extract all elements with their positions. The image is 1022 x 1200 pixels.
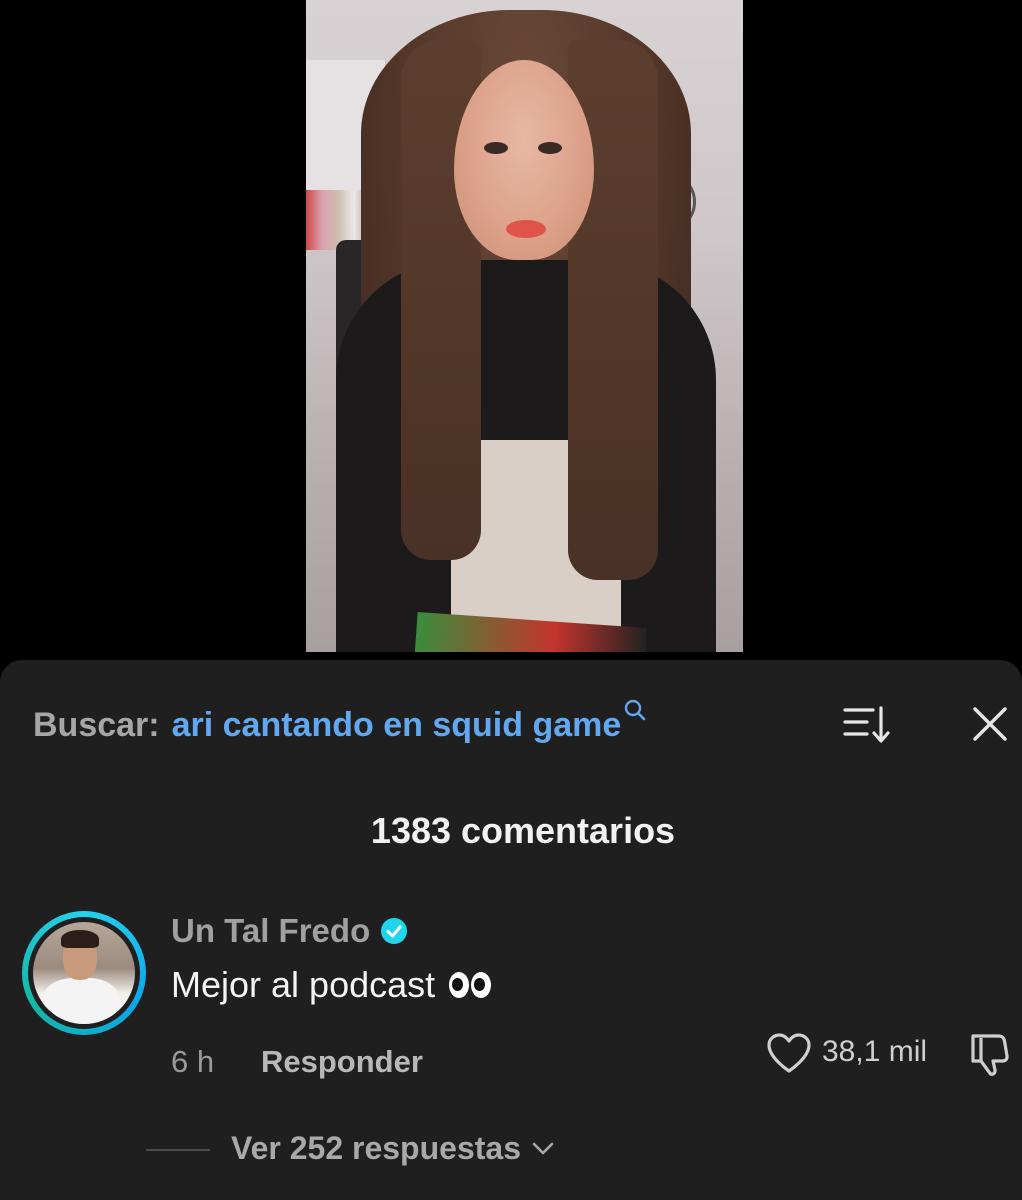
search-query-link[interactable]: ari cantando en squid game <box>172 706 622 745</box>
comments-count: 1383 comentarios <box>370 810 676 851</box>
avatar-hair <box>61 930 99 948</box>
reply-button[interactable]: Responder <box>261 1044 423 1080</box>
comment-username[interactable]: Un Tal Fredo <box>171 912 408 950</box>
comment-timestamp: 6 h <box>171 1044 215 1079</box>
replies-divider <box>146 1149 210 1151</box>
search-bar[interactable]: Buscar: ari cantando en squid game <box>33 699 647 746</box>
video-person-eye-left <box>484 142 508 154</box>
dislike-icon[interactable] <box>965 1030 1013 1078</box>
search-icon[interactable] <box>623 698 647 722</box>
close-icon[interactable] <box>971 705 1009 743</box>
video-preview[interactable] <box>306 0 743 652</box>
comment-username-text[interactable]: Un Tal Fredo <box>171 912 370 950</box>
view-replies-button[interactable]: Ver 252 respuestas <box>231 1130 555 1167</box>
verified-icon <box>381 918 408 944</box>
comment-text: Mejor al podcast <box>171 964 436 1005</box>
comment-body: Mejor al podcast <box>171 964 492 1006</box>
sort-icon[interactable] <box>843 704 891 746</box>
avatar-shirt <box>43 978 119 1024</box>
eyes-emoji-left <box>449 972 470 998</box>
avatar-gap <box>28 917 140 1029</box>
search-label: Buscar: <box>33 706 160 744</box>
video-person-lips <box>506 220 546 238</box>
eyes-emoji-icon <box>449 972 492 998</box>
avatar-image <box>33 922 135 1024</box>
like-count: 38,1 mil <box>822 1035 928 1068</box>
chevron-down-icon[interactable] <box>531 1141 555 1157</box>
video-person-eye-right <box>538 142 562 154</box>
view-replies-label[interactable]: Ver 252 respuestas <box>231 1130 521 1167</box>
eyes-emoji-right <box>471 972 492 998</box>
avatar[interactable] <box>22 911 146 1035</box>
heart-icon[interactable] <box>766 1032 812 1074</box>
